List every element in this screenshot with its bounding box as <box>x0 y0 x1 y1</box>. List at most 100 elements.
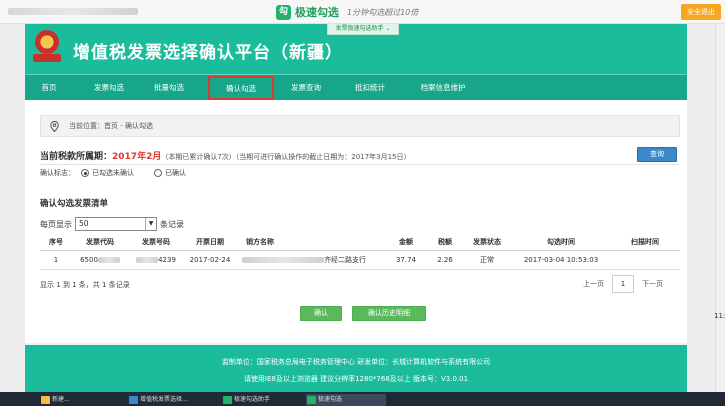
location-pin-icon <box>50 121 59 132</box>
main-nav: 首页 发票勾选 批量勾选 确认勾选 发票查询 抵扣统计 档案信息维护 <box>25 74 687 100</box>
breadcrumb-prefix: 当前位置： <box>69 122 104 130</box>
table-header-row: 序号 发票代码 发票号码 开票日期 销方名称 金额 税额 发票状态 勾选时间 扫… <box>40 235 680 251</box>
tax-period: 当前税款所属期：2017年2月（本期已累计确认7次）（当期可进行确认操作的截止日… <box>40 149 410 162</box>
breadcrumb: 当前位置：首页 - 确认勾选 <box>40 115 680 137</box>
extension-brand: 勾 极速勾选 1分钟勾选超过10倍 <box>276 3 418 21</box>
col-status: 发票状态 <box>462 235 512 251</box>
cell-number: 4239 <box>128 250 184 270</box>
chevron-down-icon[interactable]: ▼ <box>145 218 156 230</box>
cell-index: 1 <box>40 250 72 270</box>
tax-emblem-icon <box>33 30 61 64</box>
taskbar-item-active[interactable]: 极速勾选 <box>306 394 386 406</box>
prev-page-button[interactable]: 上一页 <box>583 279 604 289</box>
confirm-flag-label: 确认标志： <box>40 169 75 177</box>
taskbar-item-label: 极速勾选助手 <box>234 396 271 403</box>
os-taskbar: 新建... 增值税发票选择... 极速勾选助手 极速勾选 <box>0 392 725 406</box>
current-page[interactable]: 1 <box>612 275 634 293</box>
col-index: 序号 <box>40 235 72 251</box>
nav-item-invoice-check[interactable]: 发票勾选 <box>80 75 138 100</box>
browser-toolbar: 勾 极速勾选 1分钟勾选超过10倍 安全退出 <box>0 0 725 24</box>
taskbar-item[interactable]: 新建... <box>40 394 120 406</box>
divider <box>40 164 680 165</box>
taskbar-item[interactable]: 极速勾选助手 <box>222 394 302 406</box>
logout-button[interactable]: 安全退出 <box>681 4 721 20</box>
cell-number-text: 4239 <box>158 255 176 264</box>
redacted-block <box>136 256 159 263</box>
col-scan-time: 扫描时间 <box>610 235 680 251</box>
period-deadline-note: （当期可进行确认操作的截止日期为：2017年3月15日） <box>235 153 411 161</box>
table-row[interactable]: 1 6500 4239 2017-02-24 齐经二路支行 37.74 2.26… <box>40 250 680 270</box>
pagination: 上一页 1 下一页 <box>583 275 663 293</box>
cell-check-time: 2017-03-04 10:53:03 <box>512 250 610 270</box>
cell-amount: 37.74 <box>384 250 428 270</box>
cell-scan-time <box>610 250 680 270</box>
col-number: 发票号码 <box>128 235 184 251</box>
per-page-prefix: 每页显示 <box>40 219 72 229</box>
nav-item-batch-check[interactable]: 批量勾选 <box>138 75 200 100</box>
footer-line2: 请使用IE8及以上浏览器 建议分辨率1280*768及以上 版本号：V3.0.0… <box>243 375 469 383</box>
cell-code-text: 6500 <box>80 255 98 264</box>
taskbar-item[interactable]: 增值税发票选择... <box>128 394 216 406</box>
taskbar-item-label: 极速勾选 <box>318 396 343 403</box>
footer-line1: 监制单位：国家税务总局电子税务管理中心 研发单位：长城计算机软件与系统有限公司 <box>221 358 491 366</box>
confirm-flag-group: 确认标志： 已勾选未确认 已确认 <box>40 168 186 178</box>
nav-item-confirm-check[interactable]: 确认勾选 <box>208 76 274 100</box>
nav-item-deduction-stats[interactable]: 抵扣统计 <box>341 75 399 100</box>
cell-code: 6500 <box>72 250 128 270</box>
per-page-suffix: 条记录 <box>160 219 184 229</box>
cell-seller-text: 齐经二路支行 <box>324 255 366 264</box>
redacted-block <box>97 256 120 263</box>
app-icon <box>307 396 316 404</box>
folder-icon <box>41 396 50 404</box>
col-amount: 金额 <box>384 235 428 251</box>
site-title: 增值税发票选择确认平台（新疆） <box>73 43 343 63</box>
radio-unconfirmed-label[interactable]: 已勾选未确认 <box>92 168 134 178</box>
cell-tax: 2.26 <box>428 250 462 270</box>
col-code: 发票代码 <box>72 235 128 251</box>
list-title: 确认勾选发票清单 <box>40 199 109 209</box>
col-date: 开票日期 <box>184 235 236 251</box>
breadcrumb-sep: - <box>118 122 125 130</box>
brand-icon: 勾 <box>276 4 291 20</box>
breadcrumb-text: 当前位置：首页 - 确认勾选 <box>69 116 153 136</box>
breadcrumb-home[interactable]: 首页 <box>104 122 118 130</box>
helper-tab[interactable]: 发票极速勾选助手 ⌄ <box>327 24 399 35</box>
col-seller: 销方名称 <box>236 235 384 251</box>
clock: 11:3 <box>714 312 725 320</box>
period-confirmed-note: （本期已累计确认7次） <box>161 153 236 161</box>
nav-item-home[interactable]: 首页 <box>25 75 73 100</box>
redacted-block <box>242 256 324 263</box>
period-title: 当前税款所属期： <box>40 152 113 162</box>
site-footer: 监制单位：国家税务总局电子税务管理中心 研发单位：长城计算机软件与系统有限公司 … <box>25 345 687 392</box>
main-content: 当前位置：首页 - 确认勾选 当前税款所属期：2017年2月（本期已累计确认7次… <box>25 100 687 343</box>
scrollbar[interactable] <box>715 24 725 392</box>
cell-date: 2017-02-24 <box>184 250 236 270</box>
per-page-value: 50 <box>79 219 89 228</box>
browser-icon <box>129 396 138 404</box>
brand-slogan: 1分钟勾选超过10倍 <box>347 7 419 17</box>
confirm-button[interactable]: 确认 <box>300 306 342 321</box>
radio-confirmed-label[interactable]: 已确认 <box>165 168 186 178</box>
per-page-control: 每页显示 50 ▼ 条记录 <box>40 217 184 231</box>
cell-seller: 齐经二路支行 <box>236 250 384 270</box>
next-page-button[interactable]: 下一页 <box>642 279 663 289</box>
col-check-time: 勾选时间 <box>512 235 610 251</box>
nav-item-archive[interactable]: 档案信息维护 <box>403 75 483 100</box>
taskbar-item-label: 增值税发票选择... <box>140 396 188 403</box>
radio-confirmed[interactable] <box>154 169 162 177</box>
table-summary: 显示 1 到 1 条，共 1 条记录 <box>40 281 130 289</box>
taskbar-item-label: 新建... <box>52 396 70 403</box>
query-button[interactable]: 查询 <box>637 147 677 162</box>
address-bar[interactable] <box>8 8 138 15</box>
per-page-select[interactable]: 50 ▼ <box>75 217 157 231</box>
radio-unconfirmed[interactable] <box>81 169 89 177</box>
confirm-history-button[interactable]: 确认历史明细 <box>352 306 426 321</box>
col-tax: 税额 <box>428 235 462 251</box>
cell-status: 正常 <box>462 250 512 270</box>
period-value: 2017年2月 <box>112 152 162 162</box>
brand-name: 极速勾选 <box>295 6 339 19</box>
breadcrumb-current: 确认勾选 <box>124 122 153 130</box>
invoice-table: 序号 发票代码 发票号码 开票日期 销方名称 金额 税额 发票状态 勾选时间 扫… <box>40 235 680 270</box>
app-icon <box>223 396 232 404</box>
nav-item-invoice-query[interactable]: 发票查询 <box>277 75 335 100</box>
